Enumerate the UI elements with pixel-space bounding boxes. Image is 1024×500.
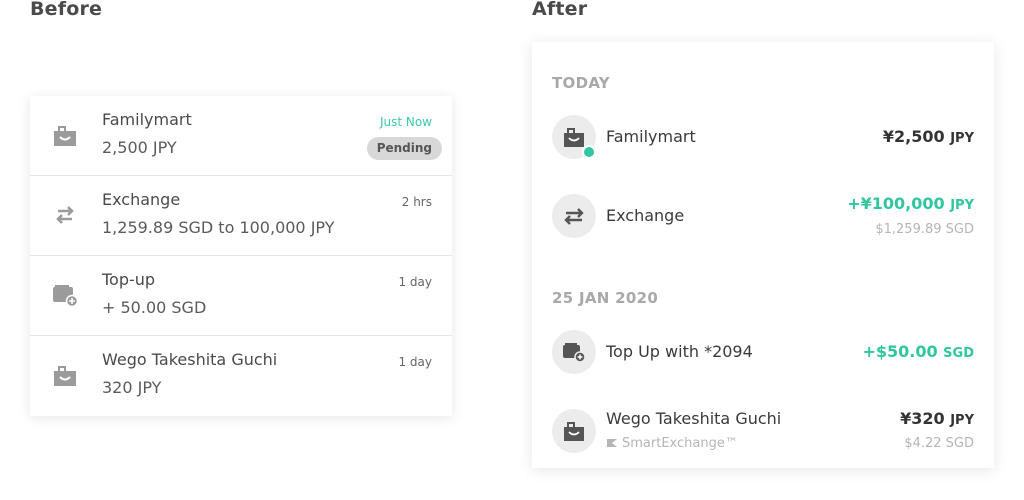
smart-exchange-label: SmartExchange™ [622, 436, 738, 451]
converted-amount: $1,259.89 SGD [875, 222, 974, 237]
transaction-name: Familymart [606, 127, 696, 146]
shopping-bag-icon [54, 366, 76, 386]
wallet-add-icon [563, 343, 585, 363]
transaction-avatar [552, 409, 596, 453]
amount-currency: JPY [950, 198, 974, 213]
exchange-arrows-icon [564, 208, 584, 225]
transaction-time: 2 hrs [401, 195, 432, 209]
clock-icon [582, 145, 596, 159]
transaction-row-topup[interactable]: Top-up + 50.00 SGD 1 day [30, 256, 452, 336]
wallet-add-icon [53, 285, 78, 308]
transaction-title: Familymart [102, 110, 192, 129]
transaction-amount: 2,500 JPY [102, 138, 177, 157]
transaction-amount: ¥2,500 JPY [883, 127, 974, 146]
before-heading: Before [30, 0, 103, 20]
after-transaction-list: TODAY Familymart ¥2,500 JPY Exchange +¥1… [532, 42, 994, 468]
transaction-amount: 1,259.89 SGD to 100,000 JPY [102, 218, 335, 237]
amount-currency: JPY [950, 413, 974, 428]
transaction-row-wego[interactable]: Wego Takeshita Guchi 320 JPY 1 day [30, 336, 452, 416]
group-heading-today: TODAY [552, 74, 610, 92]
after-heading: After [532, 0, 588, 20]
transaction-amount: + 50.00 SGD [102, 298, 207, 317]
pending-badge: Pending [366, 137, 442, 160]
before-transaction-list: Familymart 2,500 JPY Just Now Pending Ex… [30, 96, 452, 416]
amount-currency: JPY [950, 131, 974, 146]
converted-amount: $4.22 SGD [904, 436, 974, 451]
transaction-time: 1 day [398, 355, 432, 369]
shopping-bag-icon [564, 422, 584, 441]
exchange-arrows-icon [56, 206, 74, 224]
amount-currency: SGD [943, 346, 974, 361]
transaction-name: Exchange [606, 206, 685, 225]
transaction-avatar [552, 115, 596, 159]
transaction-row-exchange[interactable]: Exchange 1,259.89 SGD to 100,000 JPY 2 h… [30, 176, 452, 256]
transaction-avatar [552, 330, 596, 374]
shopping-bag-icon [54, 126, 76, 146]
transaction-amount: +$50.00 SGD [862, 342, 974, 361]
transaction-title: Exchange [102, 190, 181, 209]
transaction-name: Wego Takeshita Guchi [606, 409, 782, 428]
smart-exchange-icon [607, 439, 617, 447]
transaction-amount: ¥320 JPY [900, 409, 974, 428]
transaction-title: Top-up [102, 270, 156, 289]
group-heading-date: 25 JAN 2020 [552, 289, 659, 307]
amount-value: +$50.00 [862, 342, 938, 361]
transaction-amount: 320 JPY [102, 378, 162, 397]
amount-value: ¥2,500 [882, 127, 945, 146]
transaction-avatar [552, 194, 596, 238]
transaction-amount: +¥100,000 JPY [847, 194, 974, 213]
transaction-row-familymart[interactable]: Familymart 2,500 JPY Just Now Pending [30, 96, 452, 176]
transaction-title: Wego Takeshita Guchi [102, 350, 278, 369]
amount-value: +¥100,000 [847, 194, 945, 213]
transaction-time: 1 day [398, 275, 432, 289]
transaction-time: Just Now [379, 115, 432, 129]
smart-exchange-note: SmartExchange™ [606, 436, 738, 451]
shopping-bag-icon [564, 128, 584, 147]
transaction-name: Top Up with *2094 [606, 342, 753, 361]
amount-value: ¥320 [900, 409, 945, 428]
